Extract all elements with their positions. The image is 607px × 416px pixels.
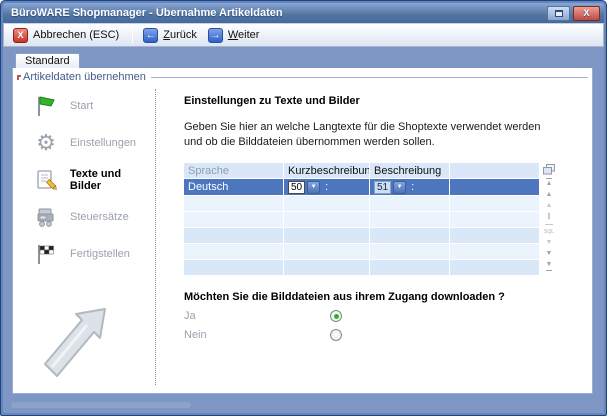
sidebar-item-label: Start (70, 100, 93, 112)
sidebar-item-start[interactable]: Start (33, 93, 155, 118)
page-description-line1: Geben Sie hier an welche Langtexte für d… (184, 120, 586, 135)
column-header-kurzbeschreibung[interactable]: Kurzbeschreibung (284, 163, 370, 178)
sidebar-item-label: Texte und Bilder (70, 168, 155, 192)
page-title: Einstellungen zu Texte und Bilder (184, 95, 586, 107)
checkered-flag-icon (33, 241, 59, 266)
document-pencil-icon (33, 167, 59, 192)
application-window: BüroWARE Shopmanager - Übernahme Artikel… (0, 0, 607, 416)
legend-tick-icon (17, 75, 21, 80)
table-row-empty[interactable] (184, 228, 540, 244)
decorative-arrow-graphic (39, 298, 155, 385)
cell-empty (450, 179, 540, 195)
table-row-empty[interactable] (184, 212, 540, 228)
column-header-sprache[interactable]: Sprache (184, 163, 284, 178)
cancel-label: Abbrechen (ESC) (33, 29, 119, 41)
column-header-empty (450, 163, 540, 178)
sidebar-item-label: Einstellungen (70, 137, 136, 149)
download-question: Möchten Sie die Bilddateien aus ihrem Zu… (184, 291, 586, 303)
wizard-page: Einstellungen zu Texte und Bilder Geben … (156, 83, 592, 393)
sidebar-item-einstellungen[interactable]: ⚙ Einstellungen (33, 130, 155, 155)
next-button[interactable]: → Weiter (205, 26, 266, 45)
sidebar-item-label: Fertigstellen (70, 248, 130, 260)
table-header-row: Sprache Kurzbeschreibung Beschreibung (184, 163, 540, 179)
back-button[interactable]: ← Zurück (140, 26, 203, 45)
table-row-empty[interactable] (184, 260, 540, 276)
toolbar-separator (132, 27, 133, 43)
next-arrow-icon: → (208, 28, 223, 43)
option-label-ja: Ja (184, 310, 330, 322)
option-row-nein: Nein (184, 329, 586, 341)
scroll-bottom-button[interactable]: ▼ (546, 261, 553, 271)
radio-nein[interactable] (330, 329, 342, 341)
column-header-beschreibung[interactable]: Beschreibung (370, 163, 450, 178)
cell-beschreibung: 51 ▼ : (370, 179, 450, 195)
restore-icon (555, 10, 563, 17)
cancel-x-icon: X (13, 28, 28, 43)
close-icon: X (583, 8, 589, 18)
titlebar[interactable]: BüroWARE Shopmanager - Übernahme Artikel… (3, 3, 604, 23)
gear-icon: ⚙ (33, 130, 59, 155)
beschreibung-value-field[interactable]: 51 (374, 181, 391, 194)
tab-standard[interactable]: Standard (15, 53, 80, 68)
option-row-ja: Ja (184, 310, 586, 322)
table-row-empty[interactable] (184, 196, 540, 212)
groupbox-label: Artikeldaten übernehmen (23, 71, 146, 83)
language-table: Sprache Kurzbeschreibung Beschreibung De… (184, 163, 540, 276)
cell-sprache: Deutsch (184, 179, 284, 195)
sidebar-item-label: Steuersätze (70, 211, 129, 223)
next-label: Weiter (228, 29, 260, 41)
copy-icon[interactable] (543, 164, 555, 175)
colon-text: : (325, 181, 328, 193)
grid-toolbar: ▲ ▲ ▲ ∥ SQL ▼ ▼ ▼ (540, 163, 558, 276)
columns-icon[interactable]: ∥ (547, 213, 551, 221)
toolbar: X Abbrechen (ESC) ← Zurück → Weiter (3, 23, 604, 47)
back-label: Zurück (163, 29, 197, 41)
legend-line (151, 77, 588, 78)
cell-kurzbeschreibung: 50 ▼ : (284, 179, 370, 195)
radio-ja[interactable] (330, 310, 342, 322)
cancel-button[interactable]: X Abbrechen (ESC) (10, 26, 125, 45)
back-arrow-icon: ← (143, 28, 158, 43)
kurzbeschreibung-dropdown-button[interactable]: ▼ (307, 181, 320, 194)
sidebar-item-steuersaetze[interactable]: Steuersätze (33, 204, 155, 229)
kurzbeschreibung-value-field[interactable]: 50 (288, 181, 305, 194)
sidebar-item-texte-und-bilder[interactable]: Texte und Bilder (33, 167, 155, 192)
move-up-button[interactable]: ▲ (546, 191, 553, 199)
window-title: BüroWARE Shopmanager - Übernahme Artikel… (11, 7, 544, 19)
page-down-button[interactable]: ▼ (546, 239, 553, 247)
groupbox-artikeldaten: Artikeldaten übernehmen Start (12, 68, 593, 394)
grid-toolbar-divider (545, 224, 553, 225)
beschreibung-dropdown-button[interactable]: ▼ (393, 181, 406, 194)
scroll-top-button[interactable]: ▲ (546, 178, 553, 188)
wizard-sidebar: Start ⚙ Einstellungen (13, 83, 155, 393)
option-label-nein: Nein (184, 329, 330, 341)
restore-button[interactable] (547, 6, 570, 21)
colon-text: : (411, 181, 414, 193)
move-down-button[interactable]: ▼ (546, 250, 553, 258)
close-button[interactable]: X (573, 6, 600, 21)
page-up-button[interactable]: ▲ (546, 202, 553, 210)
page-description-line2: und ob die Bilddateien übernommen werden… (184, 135, 586, 150)
statusbar-watermark (11, 402, 191, 408)
sql-button[interactable]: SQL (544, 228, 554, 236)
table-row-empty[interactable] (184, 244, 540, 260)
cash-register-icon (33, 204, 59, 229)
sidebar-item-fertigstellen[interactable]: Fertigstellen (33, 241, 155, 266)
groupbox-legend: Artikeldaten übernehmen (13, 68, 592, 83)
table-row-deutsch[interactable]: Deutsch 50 ▼ : 51 ▼ : (184, 179, 540, 196)
content-area: Standard Artikeldaten übernehmen (3, 47, 604, 413)
tab-bar: Standard (12, 51, 593, 68)
green-flag-icon (33, 93, 59, 118)
